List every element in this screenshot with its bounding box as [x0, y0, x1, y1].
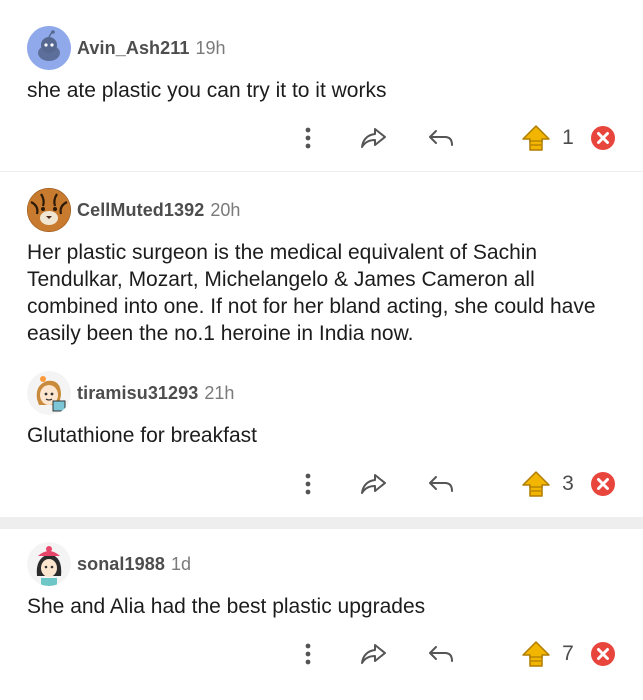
comment-text: she ate plastic you can try it to it wor… — [27, 79, 387, 102]
downvote-icon — [591, 472, 615, 496]
upvote-button[interactable] — [520, 634, 552, 674]
comment-text: She and Alia had the best plastic upgrad… — [27, 595, 426, 618]
downvote-icon — [591, 642, 615, 666]
share-button[interactable] — [358, 634, 388, 674]
vote-count: 3 — [562, 472, 574, 495]
vote-count: 1 — [562, 126, 574, 149]
reply-icon — [429, 476, 453, 492]
avatar[interactable] — [27, 188, 71, 232]
more-vertical-icon — [305, 643, 311, 665]
downvote-button[interactable] — [589, 464, 617, 504]
avatar[interactable] — [27, 371, 71, 415]
username[interactable]: CellMuted1392 — [77, 200, 204, 221]
reply-button[interactable] — [425, 634, 457, 674]
cartoon-avatar-icon — [27, 371, 71, 415]
username[interactable]: Avin_Ash211 — [77, 38, 190, 59]
comment-header: sonal1988 1d — [27, 542, 191, 586]
upvote-icon — [522, 641, 550, 667]
more-options-button[interactable] — [295, 118, 321, 158]
tiger-avatar-icon — [27, 188, 71, 232]
vote-count: 7 — [562, 642, 574, 665]
reply-button[interactable] — [425, 118, 457, 158]
share-icon — [361, 644, 386, 664]
comment-actions: 1 — [0, 118, 643, 158]
comment-text: Her plastic surgeon is the medical equiv… — [27, 241, 596, 345]
share-icon — [361, 474, 386, 494]
timestamp: 20h — [210, 199, 241, 220]
upvote-button[interactable] — [520, 118, 552, 158]
snoo-avatar-icon — [27, 26, 71, 70]
upvote-icon — [522, 125, 550, 151]
share-icon — [361, 128, 386, 148]
reply-icon — [429, 646, 453, 662]
timestamp: 21h — [204, 382, 235, 403]
downvote-button[interactable] — [589, 118, 617, 158]
avatar[interactable] — [27, 542, 71, 586]
comment-actions: 3 — [0, 464, 643, 504]
share-button[interactable] — [358, 464, 388, 504]
divider — [0, 171, 643, 172]
comment-header: Avin_Ash211 19h — [27, 26, 226, 70]
comment-actions: 7 — [0, 634, 643, 674]
comment-header: CellMuted1392 20h — [27, 188, 240, 232]
timestamp: 1d — [170, 553, 191, 574]
thread-separator — [0, 517, 643, 529]
username[interactable]: sonal1988 — [77, 554, 165, 575]
more-options-button[interactable] — [295, 464, 321, 504]
upvote-button[interactable] — [520, 464, 552, 504]
username[interactable]: tiramisu31293 — [77, 383, 198, 404]
share-button[interactable] — [358, 118, 388, 158]
reply-icon — [429, 130, 453, 146]
upvote-icon — [522, 471, 550, 497]
timestamp: 19h — [195, 37, 226, 58]
comment-header: tiramisu31293 21h — [27, 371, 234, 415]
more-options-button[interactable] — [295, 634, 321, 674]
comment-text: Glutathione for breakfast — [27, 424, 257, 447]
downvote-button[interactable] — [589, 634, 617, 674]
more-vertical-icon — [305, 127, 311, 149]
cartoon-avatar-icon — [27, 542, 71, 586]
reply-button[interactable] — [425, 464, 457, 504]
downvote-icon — [591, 126, 615, 150]
more-vertical-icon — [305, 473, 311, 495]
avatar[interactable] — [27, 26, 71, 70]
